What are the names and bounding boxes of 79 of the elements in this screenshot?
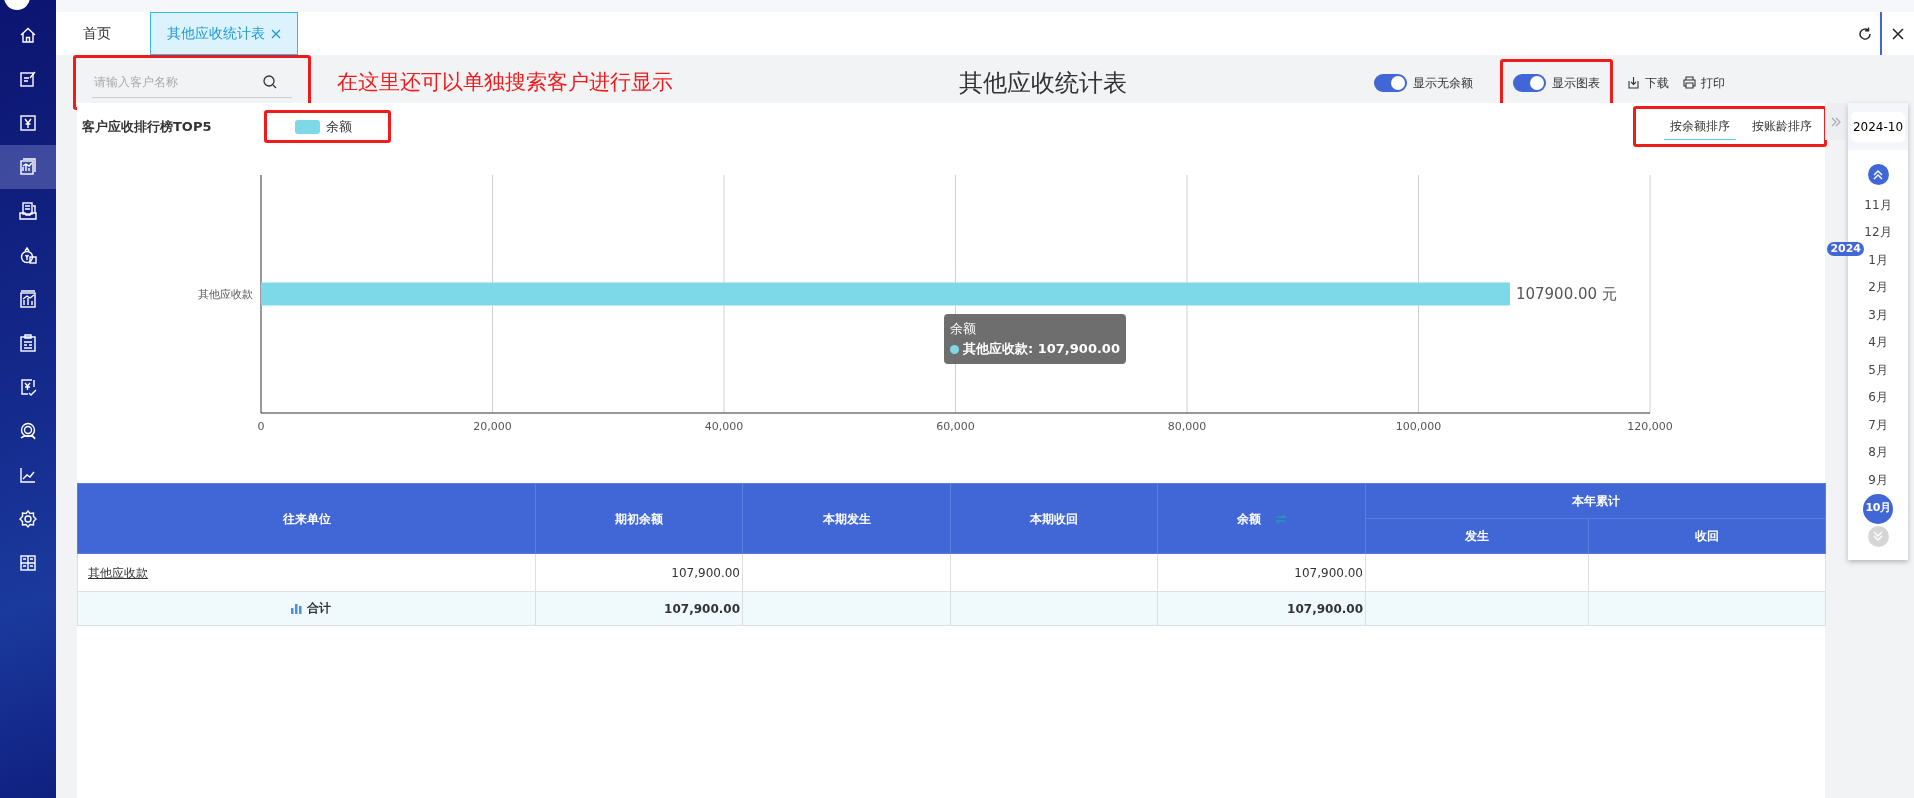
toggle-label: 显示图表 <box>1552 74 1600 92</box>
clipboard-icon[interactable] <box>18 333 38 353</box>
inbox-document-icon[interactable] <box>18 201 38 221</box>
download-icon <box>1627 76 1640 89</box>
table-cell: 107,900.00 <box>1157 553 1366 592</box>
axis-tick-label: 60,000 <box>936 420 975 433</box>
bar-chart-icon <box>290 601 302 614</box>
column-header: 本期收回 <box>950 483 1158 554</box>
toggle-switch[interactable] <box>1374 73 1407 92</box>
month-item[interactable]: 4月 <box>1864 328 1892 356</box>
yen-check-icon[interactable] <box>18 377 38 397</box>
print-button[interactable]: 打印 <box>1683 73 1725 92</box>
grid-icon[interactable] <box>18 553 38 573</box>
toggle-label: 显示无余额 <box>1413 74 1473 92</box>
column-header: 往来单位 <box>77 483 536 554</box>
axis-tick-label: 20,000 <box>473 420 512 433</box>
close-icon <box>1890 25 1906 42</box>
month-item[interactable]: 11月 <box>1864 191 1892 219</box>
month-item[interactable]: 12月 <box>1864 218 1892 246</box>
double-chevron-icon <box>1872 168 1884 181</box>
scroll-up-button[interactable] <box>1867 164 1889 185</box>
month-item[interactable]: 7月 <box>1864 411 1892 439</box>
axis-tick-label: 40,000 <box>704 420 744 433</box>
double-chevron-icon <box>1829 115 1842 128</box>
coin-search-icon[interactable] <box>18 421 38 441</box>
month-item[interactable]: 10月 <box>1863 493 1893 524</box>
tooltip-title: 余额 <box>950 320 977 338</box>
close-icon[interactable] <box>271 28 281 39</box>
axis-tick-label: 80,000 <box>1167 420 1207 433</box>
month-item[interactable]: 3月 <box>1864 301 1892 329</box>
refresh-icon <box>1857 25 1873 42</box>
table-cell: 107,900.00 <box>535 553 743 592</box>
money-bag-icon[interactable] <box>18 245 38 265</box>
chart-title: 客户应收排行榜TOP5 <box>82 117 212 136</box>
unit-link[interactable]: 其他应收款 <box>88 565 148 580</box>
edit-icon[interactable] <box>18 69 38 89</box>
settings-icon[interactable] <box>18 509 38 529</box>
search-box[interactable]: 请输入客户名称 <box>92 67 292 98</box>
month-item[interactable]: 9月 <box>1864 466 1892 494</box>
tab[interactable]: 首页 <box>56 12 138 55</box>
sort-tab[interactable]: 按余额排序 <box>1664 113 1736 140</box>
tooltip-text: 其他应收款: 107,900.00 <box>963 340 1120 358</box>
column-header: 本年累计 <box>1365 483 1826 519</box>
legend-label: 余额 <box>325 117 352 136</box>
sort-tab[interactable]: 按账龄排序 <box>1746 113 1818 140</box>
month-item[interactable]: 2月 <box>1864 273 1892 301</box>
search-field[interactable]: 请输入客户名称 <box>92 72 262 92</box>
line-chart-icon[interactable] <box>18 465 38 485</box>
column-header: 收回 <box>1588 518 1826 554</box>
month-item[interactable]: 5月 <box>1864 356 1892 384</box>
double-chevron-icon <box>1872 530 1884 542</box>
legend-dot <box>950 344 959 354</box>
toggle-switch[interactable] <box>1513 73 1546 92</box>
date-field[interactable]: 2024-10 <box>1850 111 1906 142</box>
download-button[interactable]: 下载 <box>1627 73 1669 92</box>
month-item[interactable]: 8月 <box>1864 438 1892 466</box>
column-header: 期初余额 <box>535 483 743 554</box>
axis-tick-label: 120,000 <box>1627 420 1673 433</box>
table-cell: 107,900.00 <box>1157 591 1366 626</box>
page-title: 其他应收统计表 <box>959 67 1127 99</box>
yen-document-icon[interactable] <box>18 113 38 133</box>
column-header: 本期发生 <box>742 483 951 554</box>
bar-chart-icon[interactable] <box>18 289 38 309</box>
table-cell: 107,900.00 <box>535 591 743 626</box>
column-header: 发生 <box>1365 518 1589 554</box>
search-icon[interactable] <box>262 74 278 90</box>
home-icon[interactable] <box>18 25 38 45</box>
annotation-text: 在这里还可以单独搜索客户进行显示 <box>337 68 673 96</box>
category-label: 其他应收款 <box>198 288 253 301</box>
printer-icon <box>1683 76 1696 89</box>
year-badge: 2024 <box>1827 242 1864 256</box>
axis-tick-label: 0 <box>257 420 265 433</box>
axis-tick-label: 100,000 <box>1395 420 1442 433</box>
month-item[interactable]: 6月 <box>1864 383 1892 411</box>
month-item[interactable]: 1月 <box>1864 246 1892 274</box>
value-label: 107900.00 元 <box>1515 285 1617 303</box>
total-label: 合计 <box>307 599 331 617</box>
report-icon[interactable] <box>18 157 38 177</box>
column-header: 余额 <box>1236 511 1261 526</box>
